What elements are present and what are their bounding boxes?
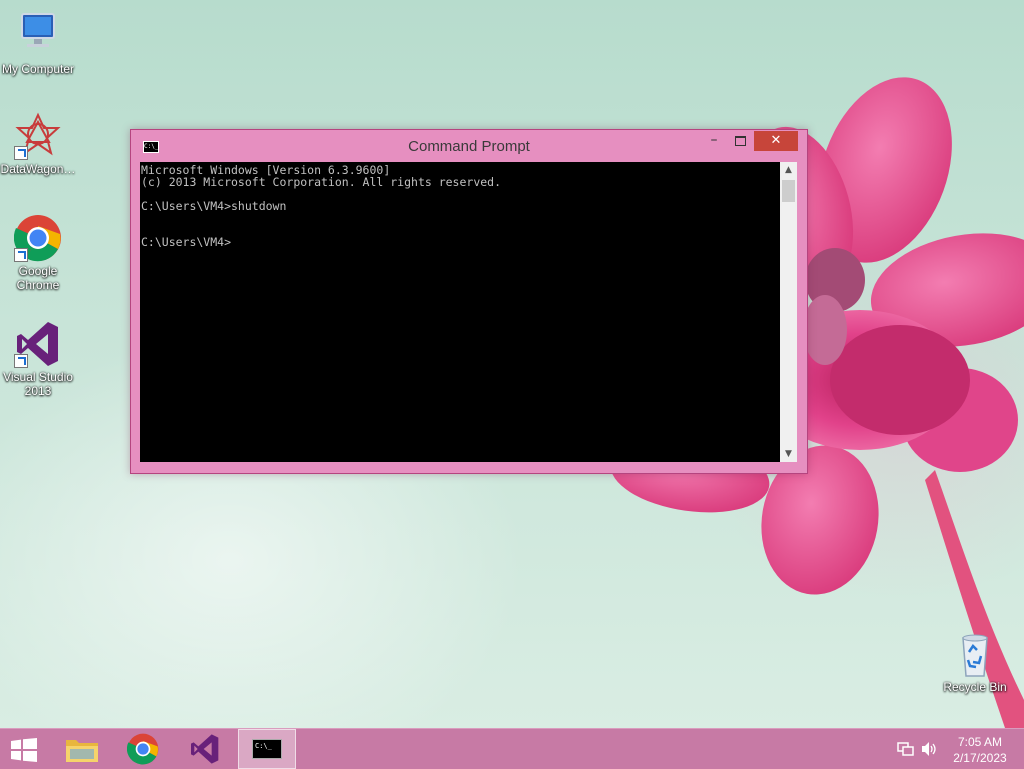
chrome-icon bbox=[127, 733, 159, 765]
command-prompt-window[interactable]: C:\_ Command Prompt – ✕ Microsoft Window… bbox=[130, 129, 808, 474]
taskbar: C:\_ 7:05 AM 2/17/2023 bbox=[0, 728, 1024, 769]
desktop-icon-recycle-bin[interactable]: Recycle Bin bbox=[937, 630, 1013, 694]
cmd-icon: C:\_ bbox=[252, 739, 282, 759]
console-text: Microsoft Windows [Version 6.3.9600] (c)… bbox=[141, 163, 502, 249]
shortcut-arrow-icon bbox=[14, 248, 28, 262]
console-output[interactable]: Microsoft Windows [Version 6.3.9600] (c)… bbox=[140, 162, 780, 462]
folder-icon bbox=[66, 740, 98, 762]
start-button[interactable] bbox=[10, 738, 38, 762]
shortcut-arrow-icon bbox=[14, 146, 28, 160]
scroll-thumb[interactable] bbox=[782, 180, 795, 202]
icon-label: Visual Studio 2013 bbox=[3, 370, 73, 398]
desktop: My Computer DataWagon… Google Chrome Vis… bbox=[0, 0, 1024, 728]
desktop-icon-google-chrome[interactable]: Google Chrome bbox=[0, 214, 76, 292]
datawagon-icon bbox=[14, 112, 62, 160]
scroll-up-arrow-icon[interactable]: ▲ bbox=[780, 162, 797, 178]
maximize-button[interactable] bbox=[727, 131, 753, 151]
visual-studio-icon bbox=[14, 320, 62, 368]
network-icon[interactable] bbox=[897, 741, 915, 757]
desktop-icon-visual-studio[interactable]: Visual Studio 2013 bbox=[0, 320, 76, 398]
window-titlebar[interactable]: C:\_ Command Prompt – ✕ bbox=[131, 130, 807, 162]
taskbar-file-explorer[interactable] bbox=[52, 729, 110, 769]
minimize-button[interactable]: – bbox=[701, 131, 727, 151]
recycle-bin-icon bbox=[951, 630, 999, 678]
vertical-scrollbar[interactable]: ▲ ▼ bbox=[780, 162, 797, 462]
shortcut-arrow-icon bbox=[14, 354, 28, 368]
chrome-icon bbox=[13, 214, 62, 262]
icon-label: My Computer bbox=[1, 62, 75, 76]
maximize-icon bbox=[735, 136, 746, 146]
icon-label: Google Chrome bbox=[16, 264, 60, 292]
desktop-icon-my-computer[interactable]: My Computer bbox=[0, 12, 76, 76]
icon-label: DataWagon… bbox=[0, 162, 76, 176]
system-clock[interactable]: 7:05 AM 2/17/2023 bbox=[938, 734, 1022, 766]
scroll-down-arrow-icon[interactable]: ▼ bbox=[780, 446, 797, 462]
desktop-icon-datawagon[interactable]: DataWagon… bbox=[0, 112, 76, 176]
clock-time: 7:05 AM bbox=[957, 735, 1003, 749]
visual-studio-icon bbox=[191, 734, 219, 764]
computer-icon bbox=[14, 12, 62, 60]
icon-label: Recycle Bin bbox=[943, 680, 1007, 694]
clock-date: 2/17/2023 bbox=[953, 751, 1007, 765]
close-button[interactable]: ✕ bbox=[754, 131, 798, 151]
taskbar-command-prompt[interactable]: C:\_ bbox=[238, 729, 296, 769]
taskbar-google-chrome[interactable] bbox=[114, 729, 172, 769]
windows-logo-icon bbox=[11, 738, 37, 762]
cmd-icon-text: C:\_ bbox=[255, 742, 272, 750]
speaker-icon[interactable] bbox=[920, 741, 938, 757]
taskbar-visual-studio[interactable] bbox=[176, 729, 234, 769]
